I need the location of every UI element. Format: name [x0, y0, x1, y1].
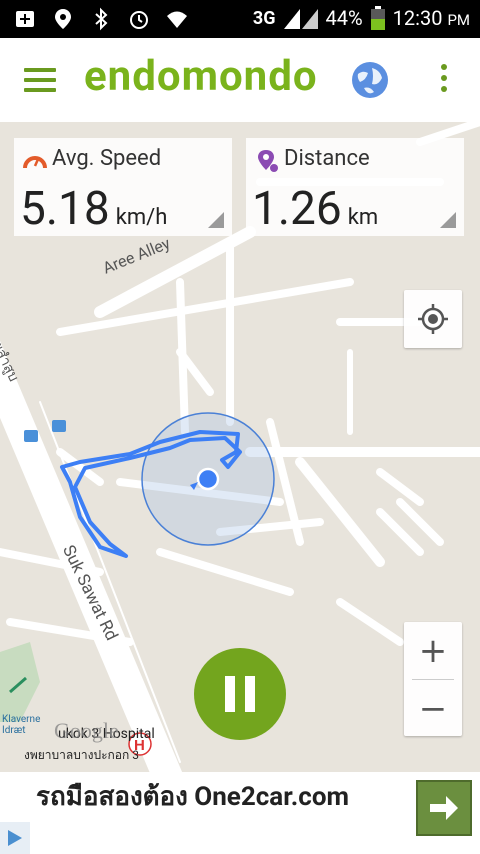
status-bar: 3G 44% 12:30 PM: [0, 0, 480, 38]
alarm-icon: [130, 11, 148, 29]
expand-corner-icon: [208, 212, 224, 228]
location-icon: [55, 9, 71, 29]
bluetooth-icon: [95, 7, 108, 31]
crosshair-icon: [418, 304, 448, 334]
hamburger-menu-icon[interactable]: [24, 68, 58, 92]
network-type: 3G: [252, 7, 276, 29]
ad-banner[interactable]: รถมือสองต้อง One2car.com: [0, 772, 480, 854]
app-logo: endomondo: [84, 52, 318, 101]
avg-speed-card[interactable]: Avg. Speed 5.18 km/h: [14, 138, 232, 236]
speedometer-icon: [23, 156, 47, 169]
distance-label: Distance: [284, 146, 370, 171]
google-watermark: Google: [54, 718, 119, 743]
battery-percent: 44%: [325, 6, 363, 30]
zoom-in-button[interactable]: +: [404, 622, 462, 679]
distance-value: 1.26: [252, 182, 342, 236]
zoom-out-button[interactable]: −: [404, 680, 462, 737]
distance-card[interactable]: Distance 1.26 km: [246, 138, 464, 236]
notification-plus-icon: [16, 11, 34, 27]
wifi-icon: [167, 11, 187, 28]
map-pin-icon: [258, 150, 278, 172]
ad-choices-icon[interactable]: [0, 822, 30, 854]
avg-speed-label: Avg. Speed: [52, 146, 162, 171]
ad-text: รถมือสองต้อง One2car.com: [36, 782, 350, 812]
overflow-menu-icon[interactable]: [434, 64, 454, 98]
map-view[interactable]: H Aree Alley Suk Sawat Rd ซอยสำสูบ ukok …: [0, 122, 480, 772]
globe-icon[interactable]: [350, 60, 390, 100]
app-bar: endomondo: [0, 38, 480, 122]
clock-time: 12:30: [392, 6, 443, 30]
arrow-right-icon: [430, 796, 458, 820]
clock-ampm: PM: [447, 11, 470, 29]
zoom-controls: + −: [404, 622, 462, 736]
avg-speed-unit: km/h: [115, 205, 168, 230]
pause-button[interactable]: [194, 648, 286, 740]
avg-speed-value: 5.18: [20, 182, 110, 236]
battery-icon: [370, 6, 385, 30]
ad-arrow-button[interactable]: [416, 780, 472, 836]
distance-unit: km: [347, 205, 379, 230]
poi-klaverne-label: Klaverne Idræt: [2, 714, 41, 736]
poi-hospital-th-label: งพยาบาลบางปะกอก 3: [24, 748, 139, 762]
my-location-button[interactable]: [404, 290, 462, 348]
expand-corner-icon: [440, 212, 456, 228]
signal-icon: [283, 9, 318, 29]
